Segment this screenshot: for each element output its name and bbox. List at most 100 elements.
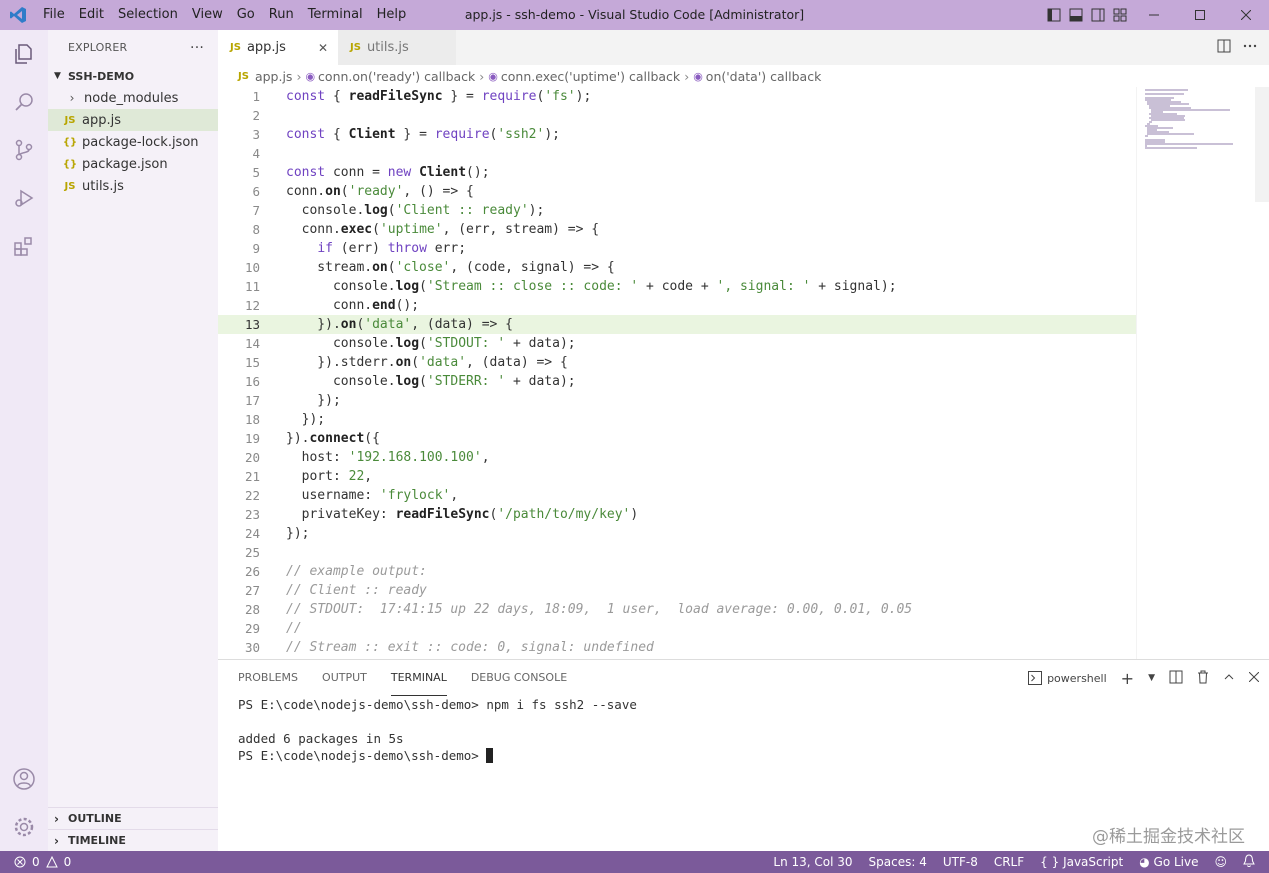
- code-line[interactable]: 28 // STDOUT: 17:41:15 up 22 days, 18:09,…: [218, 600, 1136, 619]
- menu-go[interactable]: Go: [230, 0, 262, 30]
- minimap[interactable]: [1136, 87, 1269, 659]
- run-debug-icon[interactable]: [0, 174, 48, 222]
- line-number: 4: [252, 146, 260, 161]
- code-line[interactable]: 2: [218, 106, 1136, 125]
- code-line[interactable]: 5 const conn = new Client();: [218, 163, 1136, 182]
- maximize-button[interactable]: [1177, 0, 1223, 30]
- code-line[interactable]: 8 conn.exec('uptime', (err, stream) => {: [218, 220, 1136, 239]
- close-icon[interactable]: ✕: [318, 41, 328, 55]
- terminal-shell-selector[interactable]: powershell: [1028, 671, 1107, 685]
- menu-view[interactable]: View: [185, 0, 230, 30]
- cursor-position[interactable]: Ln 13, Col 30: [773, 855, 852, 869]
- more-actions-icon[interactable]: ···: [190, 40, 204, 56]
- go-live-button[interactable]: ◕ Go Live: [1139, 855, 1198, 869]
- menu-edit[interactable]: Edit: [72, 0, 111, 30]
- terminal-command: [479, 748, 487, 763]
- code-line[interactable]: 14 console.log('STDOUT: ' + data);: [218, 334, 1136, 353]
- tree-item-node-modules[interactable]: › node_modules: [48, 87, 218, 109]
- code-line[interactable]: 11 console.log('Stream :: close :: code:…: [218, 277, 1136, 296]
- code-line[interactable]: 7 console.log('Client :: ready');: [218, 201, 1136, 220]
- breadcrumb-file[interactable]: app.js: [255, 69, 293, 84]
- code-line[interactable]: 17 });: [218, 391, 1136, 410]
- toggle-panel-icon[interactable]: [1065, 0, 1087, 30]
- chevron-up-icon[interactable]: [1223, 671, 1235, 686]
- code-line[interactable]: 10 stream.on('close', (code, signal) => …: [218, 258, 1136, 277]
- terminal-output[interactable]: PS E:\code\nodejs-demo\ssh-demo> npm i f…: [218, 696, 1269, 764]
- tab-utils-js[interactable]: JS utils.js: [338, 30, 456, 65]
- code-line[interactable]: 26 // example output:: [218, 562, 1136, 581]
- problems-status[interactable]: 0 0: [0, 855, 71, 869]
- code-line[interactable]: 12 conn.end();: [218, 296, 1136, 315]
- tab-debug-console[interactable]: DEBUG CONSOLE: [471, 660, 567, 696]
- menu-file[interactable]: File: [36, 0, 72, 30]
- code-line[interactable]: 24});: [218, 524, 1136, 543]
- search-icon[interactable]: [0, 78, 48, 126]
- tree-item-package-lock-json[interactable]: {} package-lock.json: [48, 131, 218, 153]
- menu-selection[interactable]: Selection: [111, 0, 185, 30]
- tab-output[interactable]: OUTPUT: [322, 660, 367, 696]
- code-line[interactable]: 29 //: [218, 619, 1136, 638]
- menu-terminal[interactable]: Terminal: [301, 0, 370, 30]
- encoding[interactable]: UTF-8: [943, 855, 978, 869]
- indentation[interactable]: Spaces: 4: [869, 855, 927, 869]
- settings-gear-icon[interactable]: [0, 803, 48, 851]
- code-text: });: [286, 393, 341, 408]
- tree-item-app-js[interactable]: JS app.js: [48, 109, 218, 131]
- breadcrumb-symbol[interactable]: conn.on('ready') callback: [318, 69, 475, 84]
- breadcrumb-symbol[interactable]: on('data') callback: [706, 69, 822, 84]
- code-line[interactable]: 1 const { readFileSync } = require('fs');: [218, 87, 1136, 106]
- code-editor[interactable]: 1 const { readFileSync } = require('fs');…: [218, 87, 1136, 659]
- code-line[interactable]: 18 });: [218, 410, 1136, 429]
- code-line[interactable]: 19}).connect({: [218, 429, 1136, 448]
- feedback-icon[interactable]: ☺: [1214, 855, 1227, 869]
- chevron-down-icon[interactable]: ▼: [1148, 673, 1155, 683]
- close-panel-icon[interactable]: [1248, 671, 1260, 685]
- code-line[interactable]: 25: [218, 543, 1136, 562]
- split-editor-icon[interactable]: [1217, 39, 1231, 57]
- trash-icon[interactable]: [1197, 670, 1209, 687]
- code-line[interactable]: 3 const { Client } = require('ssh2');: [218, 125, 1136, 144]
- timeline-section[interactable]: › TIMELINE: [48, 829, 218, 851]
- tab-app-js[interactable]: JS app.js ✕: [218, 30, 338, 65]
- bell-icon[interactable]: [1243, 854, 1255, 870]
- code-line[interactable]: 6 conn.on('ready', () => {: [218, 182, 1136, 201]
- code-line[interactable]: 13 }).on('data', (data) => {: [218, 315, 1136, 334]
- tree-item-utils-js[interactable]: JS utils.js: [48, 175, 218, 197]
- split-terminal-icon[interactable]: [1169, 670, 1183, 687]
- language-mode[interactable]: { } JavaScript: [1040, 855, 1123, 869]
- tree-item-package-json[interactable]: {} package.json: [48, 153, 218, 175]
- code-line[interactable]: 21 port: 22,: [218, 467, 1136, 486]
- project-folder-header[interactable]: ▼ SSH-DEMO: [48, 65, 218, 87]
- code-line[interactable]: 27 // Client :: ready: [218, 581, 1136, 600]
- explorer-icon[interactable]: [0, 30, 48, 78]
- tab-terminal[interactable]: TERMINAL: [390, 660, 447, 696]
- new-terminal-icon[interactable]: +: [1121, 669, 1134, 688]
- code-line[interactable]: 16 console.log('STDERR: ' + data);: [218, 372, 1136, 391]
- outline-section[interactable]: › OUTLINE: [48, 807, 218, 829]
- code-line[interactable]: 9 if (err) throw err;: [218, 239, 1136, 258]
- line-number: 19: [244, 431, 260, 446]
- minimize-button[interactable]: [1131, 0, 1177, 30]
- terminal-line: added 6 packages in 5s: [238, 730, 1269, 747]
- code-line[interactable]: 20 host: '192.168.100.100',: [218, 448, 1136, 467]
- more-actions-icon[interactable]: [1243, 39, 1257, 57]
- breadcrumb-symbol[interactable]: conn.exec('uptime') callback: [501, 69, 680, 84]
- customize-layout-icon[interactable]: [1109, 0, 1131, 30]
- code-line[interactable]: 30 // Stream :: exit :: code: 0, signal: …: [218, 638, 1136, 657]
- code-line[interactable]: 15 }).stderr.on('data', (data) => {: [218, 353, 1136, 372]
- account-icon[interactable]: [0, 755, 48, 803]
- line-ending[interactable]: CRLF: [994, 855, 1024, 869]
- code-line[interactable]: 23 privateKey: readFileSync('/path/to/my…: [218, 505, 1136, 524]
- code-text: console.log('Client :: ready');: [286, 203, 545, 218]
- menu-help[interactable]: Help: [370, 0, 414, 30]
- code-line[interactable]: 4: [218, 144, 1136, 163]
- tab-problems[interactable]: PROBLEMS: [238, 660, 298, 696]
- editor-scrollbar[interactable]: [1255, 87, 1269, 202]
- menu-run[interactable]: Run: [262, 0, 301, 30]
- source-control-icon[interactable]: [0, 126, 48, 174]
- toggle-secondary-sidebar-icon[interactable]: [1087, 0, 1109, 30]
- extensions-icon[interactable]: [0, 222, 48, 270]
- toggle-sidebar-icon[interactable]: [1043, 0, 1065, 30]
- close-window-button[interactable]: [1223, 0, 1269, 30]
- code-line[interactable]: 22 username: 'frylock',: [218, 486, 1136, 505]
